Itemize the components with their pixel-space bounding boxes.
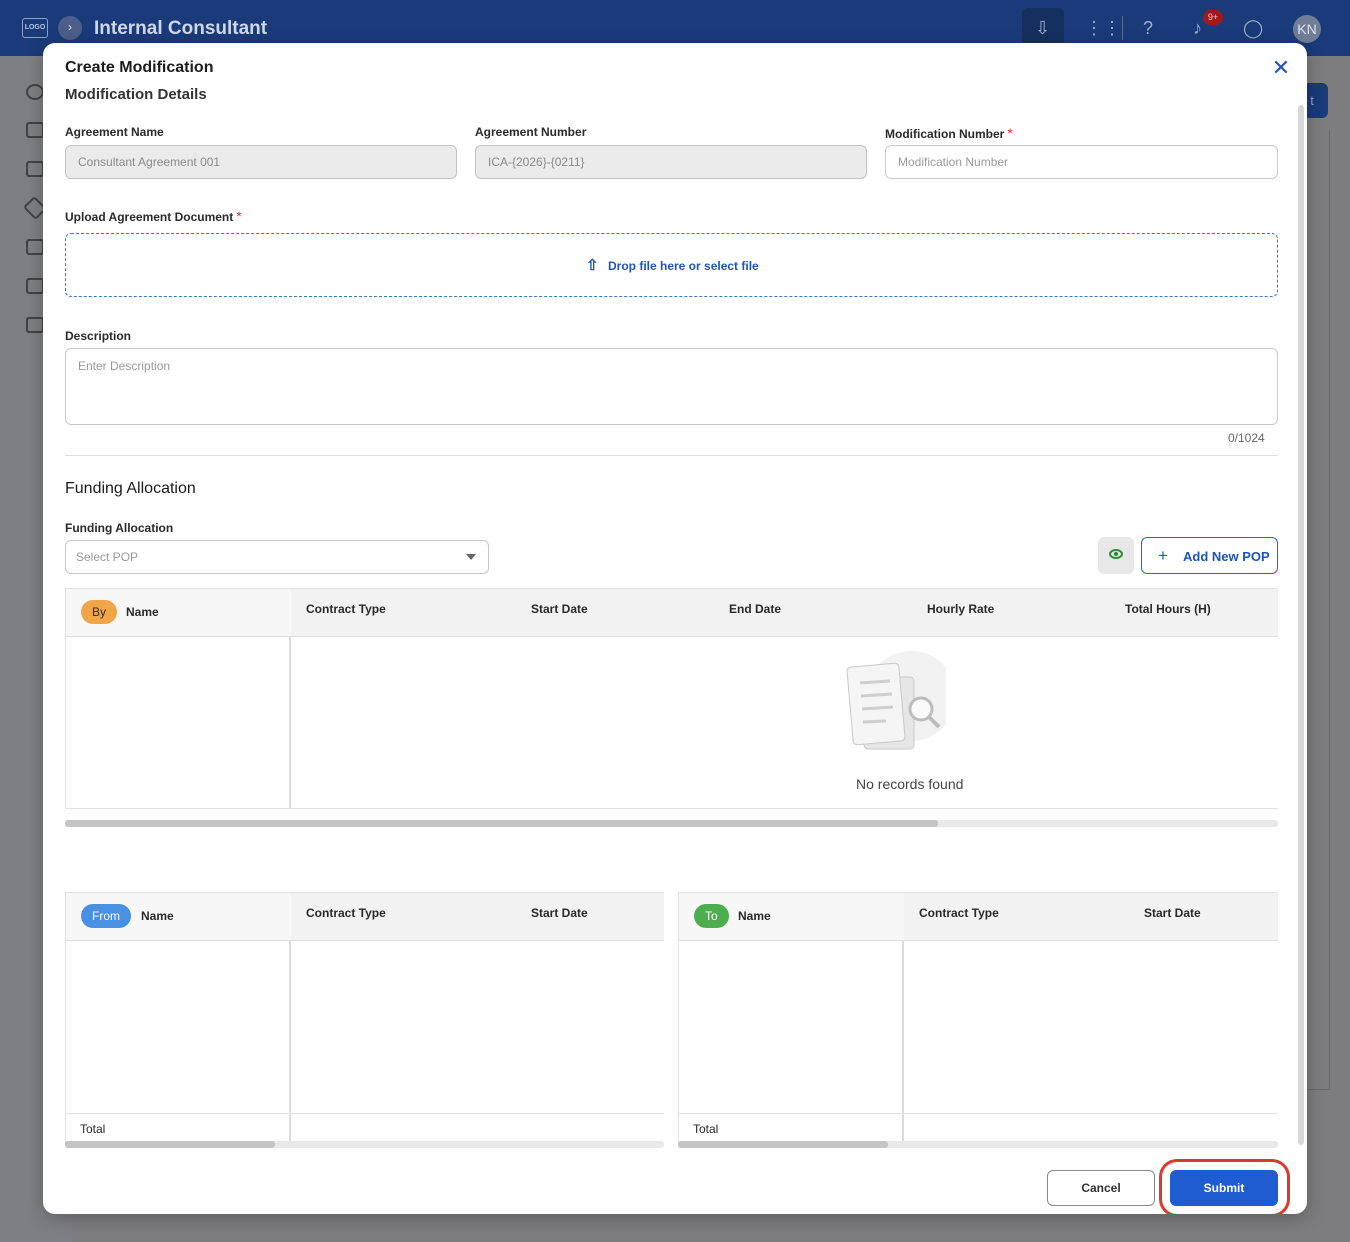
notification-badge: 9+ — [1203, 10, 1223, 25]
from-name-header: Name — [141, 909, 174, 923]
to-pill: To — [694, 904, 729, 928]
section-title: Modification Details — [65, 86, 207, 101]
to-total-label: Total — [693, 1122, 719, 1136]
app-logo: LOGO — [22, 18, 48, 38]
topbar-separator — [1122, 16, 1123, 40]
upload-label-text: Upload Agreement Document — [65, 210, 234, 224]
char-count: 0/1024 — [1228, 431, 1265, 445]
agreement-name-label: Agreement Name — [65, 125, 164, 139]
required-marker: * — [1007, 125, 1013, 141]
no-records-text: No records found — [856, 776, 964, 792]
folder-icon[interactable] — [26, 161, 44, 177]
download-icon: ⇩ — [1035, 18, 1051, 38]
to-total-row: Total — [679, 1113, 1278, 1143]
chevron-right-icon: › — [68, 20, 72, 34]
by-table: Contract Type Start Date End Date Hourly… — [65, 588, 1278, 809]
upload-dropzone[interactable]: ⇧ Drop file here or select file — [65, 233, 1278, 297]
modal-scrollbar[interactable] — [1298, 105, 1304, 1145]
modification-number-label: Modification Number * — [885, 125, 1013, 141]
by-column-header: Contract Type — [306, 602, 386, 616]
to-fixed-header: To Name — [679, 893, 904, 941]
dashboard-icon[interactable] — [26, 84, 44, 100]
chart-icon[interactable] — [26, 278, 44, 294]
from-scroll-thumb[interactable] — [65, 1141, 275, 1148]
modification-number-label-text: Modification Number — [885, 127, 1005, 141]
to-table-scrollbar[interactable] — [678, 1141, 1278, 1148]
to-name-header: Name — [738, 909, 771, 923]
funding-allocation-heading: Funding Allocation — [65, 480, 196, 497]
add-new-pop-label: Add New POP — [1183, 549, 1270, 564]
agreement-number-field: ICA-{2026}-{0211} — [475, 145, 867, 179]
from-fixed-header: From Name — [66, 893, 291, 941]
download-button[interactable]: ⇩ — [1022, 8, 1064, 48]
by-name-header: Name — [126, 605, 159, 619]
upload-label: Upload Agreement Document * — [65, 208, 242, 224]
clipboard-icon[interactable] — [26, 122, 44, 138]
background-panel — [1306, 130, 1330, 1090]
to-scroll-thumb[interactable] — [678, 1141, 888, 1148]
dropzone-content: ⇧ Drop file here or select file — [586, 256, 759, 274]
by-column-header: Start Date — [531, 602, 588, 616]
from-total-label: Total — [80, 1122, 106, 1136]
bell-icon[interactable]: ♪ — [1193, 18, 1202, 38]
add-new-pop-button[interactable]: + Add New POP — [1141, 537, 1278, 574]
pop-select[interactable]: Select POP — [65, 540, 489, 574]
pop-select-placeholder: Select POP — [76, 550, 139, 564]
required-marker: * — [236, 208, 242, 224]
from-column-header: Start Date — [531, 906, 588, 920]
modification-number-input[interactable] — [885, 145, 1278, 179]
to-column-header: Contract Type — [919, 906, 999, 920]
to-column-header: Start Date — [1144, 906, 1201, 920]
from-column-header: Contract Type — [306, 906, 386, 920]
submit-button[interactable]: Submit — [1170, 1170, 1278, 1206]
from-pill: From — [81, 904, 131, 928]
eye-icon — [1109, 549, 1123, 559]
by-column-header: Total Hours (H) — [1125, 602, 1211, 616]
no-records-illustration — [846, 651, 946, 750]
avatar[interactable]: KN — [1293, 15, 1321, 43]
from-table-scrollbar[interactable] — [65, 1141, 664, 1148]
by-scroll-thumb[interactable] — [65, 820, 939, 827]
app-title: Internal Consultant — [94, 18, 268, 39]
caret-down-icon — [466, 554, 476, 560]
by-column-header: Hourly Rate — [927, 602, 995, 616]
plus-icon: + — [1158, 546, 1168, 565]
from-table: Contract Type Start Date From Name Total — [65, 892, 664, 1144]
by-column-header: End Date — [729, 602, 782, 616]
from-total-row: Total — [66, 1113, 664, 1143]
view-button[interactable] — [1098, 537, 1134, 574]
help-icon[interactable]: ? — [1143, 18, 1153, 38]
to-fixed-column: To Name — [679, 893, 904, 1143]
description-label: Description — [65, 329, 132, 343]
to-table: Contract Type Start Date To Name Total — [678, 892, 1278, 1144]
chat-icon[interactable]: ◯ — [1243, 18, 1263, 38]
calendar-icon[interactable] — [26, 317, 44, 333]
sidebar-toggle-button[interactable]: › — [58, 16, 82, 40]
folder-open-icon[interactable] — [26, 239, 44, 255]
divider — [65, 455, 1278, 456]
agreement-name-field: Consultant Agreement 001 — [65, 145, 457, 179]
apps-grid-icon[interactable]: ⋮⋮ — [1085, 18, 1121, 38]
create-modification-modal: Create Modification ✕ Modification Detai… — [43, 43, 1307, 1214]
by-table-scrollbar[interactable] — [65, 820, 1278, 827]
upload-icon: ⇧ — [586, 257, 599, 274]
cancel-button[interactable]: Cancel — [1047, 1170, 1155, 1206]
by-fixed-header: By Name — [66, 589, 291, 637]
description-textarea[interactable] — [65, 348, 1278, 425]
from-fixed-column: From Name — [66, 893, 291, 1143]
agreement-number-label: Agreement Number — [475, 125, 587, 139]
funding-allocation-label: Funding Allocation — [65, 521, 174, 535]
close-icon[interactable]: ✕ — [1270, 57, 1292, 79]
dropzone-text: Drop file here or select file — [608, 259, 759, 273]
by-fixed-column: By Name — [66, 589, 291, 808]
modal-title: Create Modification — [65, 59, 214, 76]
by-pill: By — [81, 600, 118, 624]
